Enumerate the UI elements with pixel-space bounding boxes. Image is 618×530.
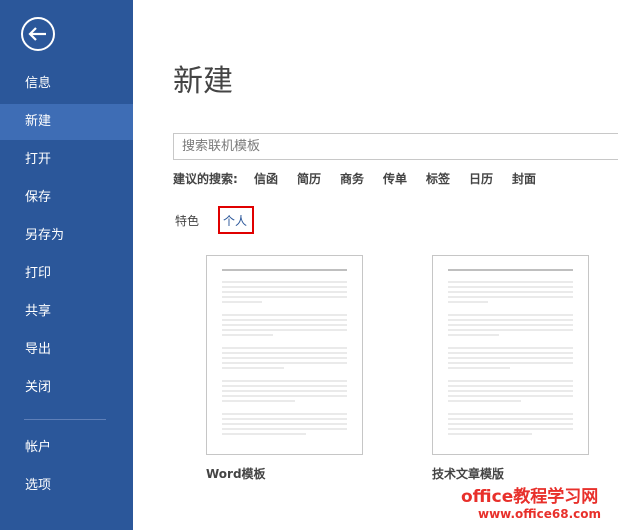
sidebar-item-open[interactable]: 打开 [0,142,133,178]
backstage-sidebar: 信息 新建 打开 保存 另存为 打印 共享 导出 关闭 帐户 选项 [0,0,133,530]
sidebar-item-account[interactable]: 帐户 [0,430,133,466]
template-search-input[interactable] [173,133,618,160]
template-label-tech-article: 技术文章模版 [432,467,505,481]
sidebar-item-share[interactable]: 共享 [0,294,133,330]
sidebar-item-save-as[interactable]: 另存为 [0,218,133,254]
back-button[interactable] [19,15,57,53]
suggested-searches-label: 建议的搜索: [173,172,238,186]
sidebar-item-info[interactable]: 信息 [0,66,133,102]
watermark-title: office教程学习网 [461,487,599,507]
back-arrow-icon [21,17,55,51]
sidebar-item-new[interactable]: 新建 [0,104,133,140]
suggestion-link-labels[interactable]: 标签 [426,170,450,187]
sidebar-divider [24,419,106,420]
tab-featured[interactable]: 特色 [175,212,199,229]
sidebar-item-export[interactable]: 导出 [0,332,133,368]
tab-highlight-box [218,206,254,234]
suggestion-link-cover[interactable]: 封面 [512,170,536,187]
suggestion-link-letters[interactable]: 信函 [254,170,278,187]
document-preview-icon [448,269,573,435]
sidebar-item-save[interactable]: 保存 [0,180,133,216]
page-title: 新建 [173,64,233,99]
template-thumbnail-tech-article[interactable] [432,255,589,455]
sidebar-item-close[interactable]: 关闭 [0,370,133,406]
sidebar-item-print[interactable]: 打印 [0,256,133,292]
document-preview-icon [222,269,347,435]
watermark-url: www.office68.com [478,507,602,521]
suggestion-link-resume[interactable]: 简历 [297,170,321,187]
template-label-word: Word模板 [206,467,266,481]
suggestion-link-calendar[interactable]: 日历 [469,170,493,187]
suggestion-link-flyers[interactable]: 传单 [383,170,407,187]
suggestion-link-business[interactable]: 商务 [340,170,364,187]
sidebar-item-options[interactable]: 选项 [0,468,133,504]
template-thumbnail-word[interactable] [206,255,363,455]
